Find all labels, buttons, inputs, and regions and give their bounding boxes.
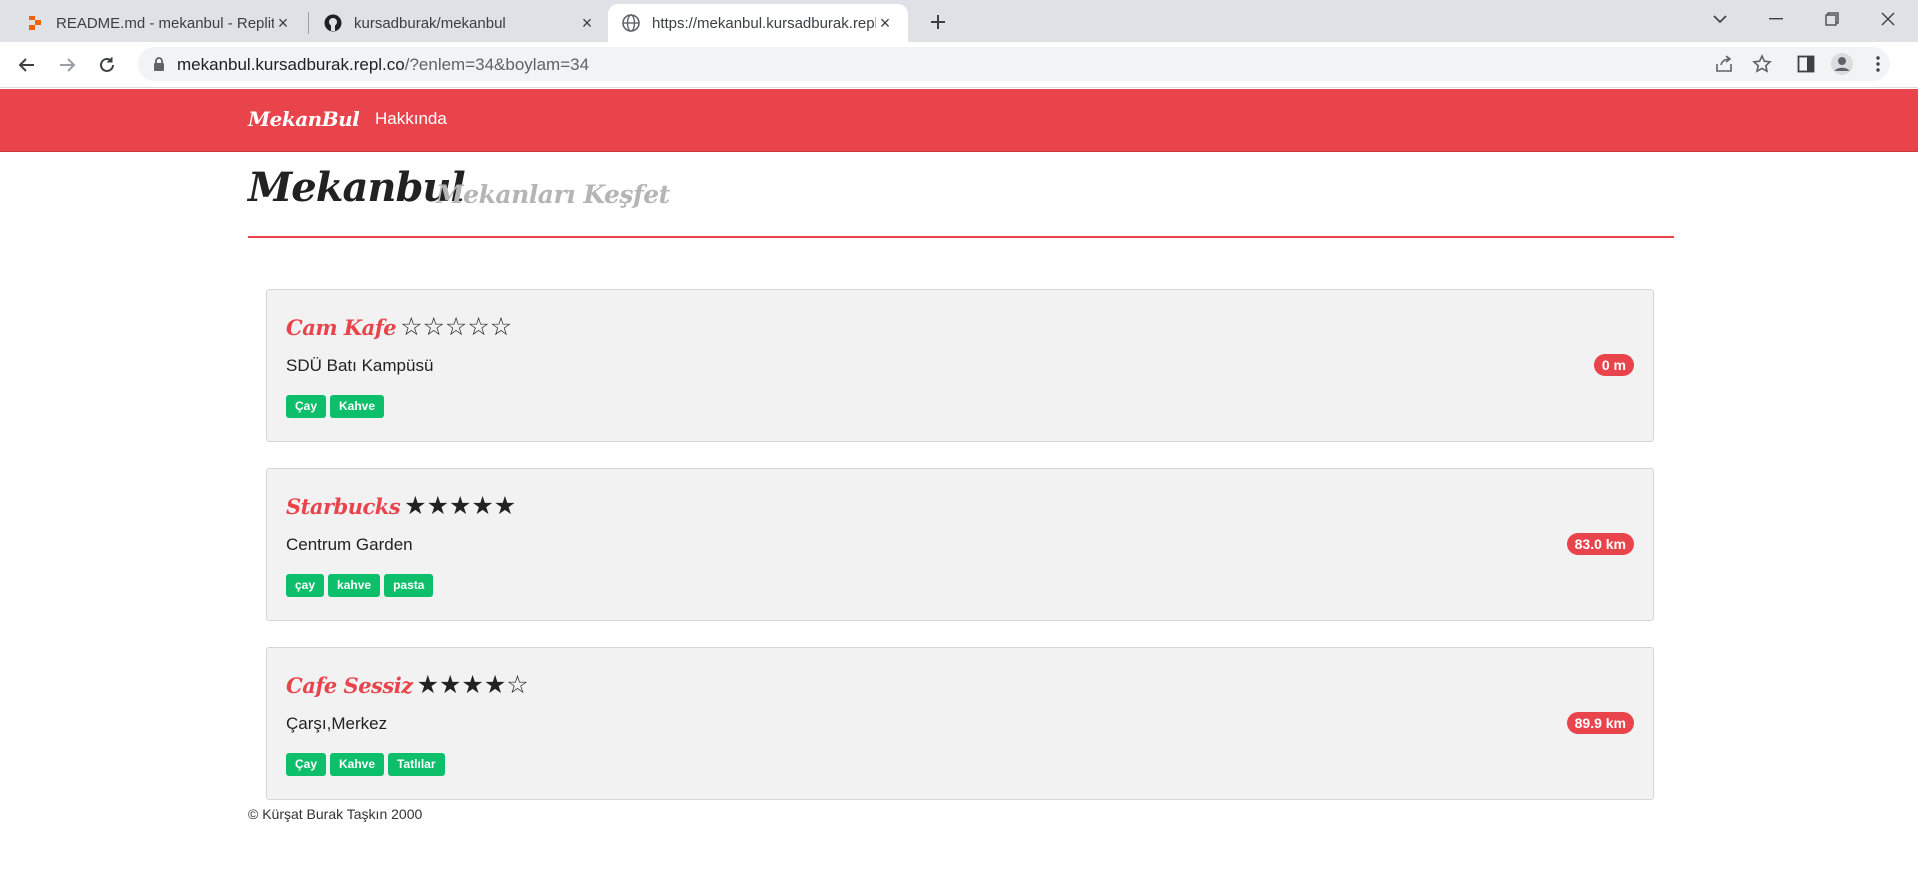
side-panel-icon[interactable]	[1794, 52, 1818, 76]
more-options-icon[interactable]	[1866, 52, 1890, 76]
venue-address: SDÜ Batı Kampüsü	[286, 356, 434, 375]
window-close-icon[interactable]	[1860, 0, 1916, 38]
venue-card[interactable]: Starbucks ★★★★★ Centrum Garden çay kahve…	[266, 468, 1654, 621]
venue-card[interactable]: Cam Kafe ☆☆☆☆☆ SDÜ Batı Kampüsü Çay Kahv…	[266, 289, 1654, 442]
tab-search-chevron-down-icon[interactable]	[1692, 0, 1748, 38]
tag-badge: Tatlılar	[388, 753, 445, 776]
tab-mekanbul[interactable]: https://mekanbul.kursadburak.repl.co ×	[608, 4, 908, 42]
lock-icon[interactable]	[152, 56, 168, 72]
brand-logo-link[interactable]: MekanBul	[248, 107, 360, 131]
url-path: /?enlem=34&boylam=34	[404, 55, 590, 74]
tag-badge: Çay	[286, 753, 327, 776]
address-bar[interactable]: mekanbul.kursadburak.repl.co/?enlem=34&b…	[138, 47, 1890, 81]
venue-tags: Çay Kahve	[286, 395, 388, 418]
venue-heading: Cafe Sessiz ★★★★☆	[286, 670, 529, 700]
new-tab-plus-icon[interactable]	[924, 8, 952, 36]
close-icon[interactable]: ×	[274, 13, 292, 33]
venue-name-link[interactable]: Starbucks	[286, 494, 401, 519]
minimize-icon[interactable]	[1748, 0, 1804, 38]
bookmark-star-icon[interactable]	[1750, 52, 1774, 76]
rating-stars: ★★★★★	[404, 492, 517, 520]
venue-name-link[interactable]: Cam Kafe	[286, 315, 397, 340]
rating-stars: ★★★★☆	[416, 671, 529, 699]
nav-link-hakkinda[interactable]: Hakkında	[375, 109, 447, 129]
tag-badge: Kahve	[330, 395, 385, 418]
page-header: Mekanbul Mekanları Keşfet	[248, 160, 1674, 238]
browser-tab-strip: README.md - mekanbul - Replit × kursadbu…	[0, 0, 1918, 42]
site-navbar: MekanBul Hakkında	[0, 89, 1918, 152]
venue-tags: çay kahve pasta	[286, 574, 437, 597]
page-title: Mekanbul	[248, 164, 466, 211]
venue-card[interactable]: Cafe Sessiz ★★★★☆ Çarşı,Merkez Çay Kahve…	[266, 647, 1654, 800]
venue-tags: Çay Kahve Tatlılar	[286, 753, 449, 776]
tab-github[interactable]: kursadburak/mekanbul ×	[310, 4, 610, 42]
venue-address: Centrum Garden	[286, 535, 413, 554]
browser-toolbar: mekanbul.kursadburak.repl.co/?enlem=34&b…	[0, 42, 1918, 88]
distance-badge: 89.9 km	[1566, 712, 1634, 734]
replit-icon	[26, 14, 44, 32]
tag-badge: kahve	[328, 574, 381, 597]
distance-badge: 0 m	[1593, 354, 1634, 376]
tag-badge: pasta	[384, 574, 434, 597]
tab-replit[interactable]: README.md - mekanbul - Replit ×	[0, 4, 306, 42]
footer-copyright: © Kürşat Burak Taşkın 2000	[248, 806, 423, 822]
close-icon[interactable]: ×	[578, 13, 596, 33]
restore-icon[interactable]	[1804, 0, 1860, 38]
url-text[interactable]: mekanbul.kursadburak.repl.co/?enlem=34&b…	[177, 55, 589, 75]
close-icon[interactable]: ×	[876, 13, 894, 33]
venue-heading: Cam Kafe ☆☆☆☆☆	[286, 312, 512, 342]
venue-address: Çarşı,Merkez	[286, 714, 388, 733]
tag-badge: çay	[286, 574, 325, 597]
venue-name-link[interactable]: Cafe Sessiz	[286, 673, 413, 698]
forward-arrow-icon[interactable]	[53, 51, 81, 79]
tag-badge: Çay	[286, 395, 327, 418]
rating-stars: ☆☆☆☆☆	[400, 313, 513, 341]
globe-icon	[622, 14, 640, 32]
page-subtitle: Mekanları Keşfet	[436, 180, 670, 209]
tag-badge: Kahve	[330, 753, 385, 776]
profile-avatar-icon[interactable]	[1830, 52, 1854, 76]
share-icon[interactable]	[1712, 52, 1736, 76]
url-host: mekanbul.kursadburak.repl.co	[177, 55, 405, 74]
distance-badge: 83.0 km	[1566, 533, 1634, 555]
reload-icon[interactable]	[93, 51, 121, 79]
venue-heading: Starbucks ★★★★★	[286, 491, 516, 521]
github-icon	[324, 14, 342, 32]
back-arrow-icon[interactable]	[13, 51, 41, 79]
tab-separator	[308, 12, 309, 34]
